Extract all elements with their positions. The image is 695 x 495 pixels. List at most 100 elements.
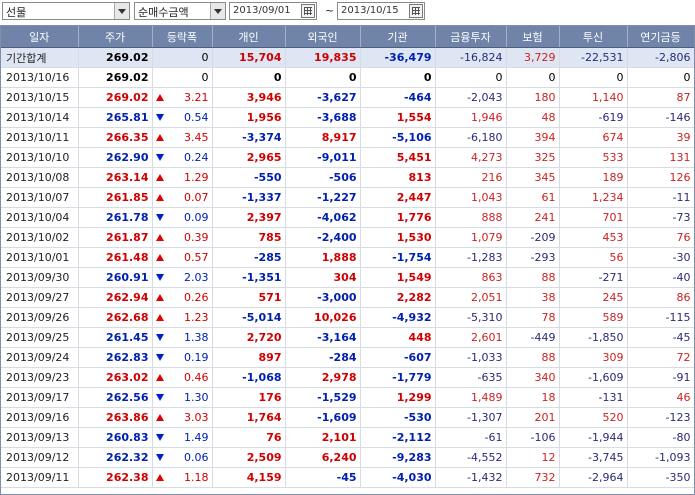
toolbar: 선물 순매수금액 2013/09/01 ~ 2013/10/15 (0, 0, 695, 24)
column-header-individual[interactable]: 개인 (212, 26, 286, 48)
table-row[interactable]: 2013/10/08 263.14 1.29 -550 -506 813 216 345 189… (1, 167, 694, 188)
row-change-value: 0.19 (184, 351, 209, 364)
row-financial-investment: -5,310 (435, 307, 507, 328)
column-header-price[interactable]: 주가 (78, 26, 153, 48)
row-date: 2013/10/01 (1, 247, 79, 268)
row-individual: -550 (212, 167, 286, 188)
table-row[interactable]: 2013/09/13 260.83 1.49 76 2,101 -2,112 -61 -106… (1, 427, 694, 448)
row-financial-investment: -2,043 (435, 87, 507, 108)
row-individual: 897 (212, 347, 286, 368)
start-date-field[interactable]: 2013/09/01 (229, 2, 317, 20)
calendar-icon[interactable] (409, 4, 423, 18)
row-date: 2013/09/12 (1, 447, 79, 468)
column-header-pension[interactable]: 연기금등 (627, 26, 694, 48)
column-header-insurance[interactable]: 보험 (506, 26, 560, 48)
total-financial-investment: -16,824 (435, 47, 507, 68)
row-individual: 2,509 (212, 447, 286, 468)
row-insurance: 88 (506, 347, 560, 368)
chevron-down-icon[interactable] (210, 3, 225, 19)
row-insurance: 88 (506, 267, 560, 288)
triangle-up-icon (155, 234, 164, 241)
row-date: 2013/10/04 (1, 207, 79, 228)
row-change: 1.49 (152, 427, 213, 448)
row-change-value: 0.24 (184, 151, 209, 164)
row-investment-trust: -2,964 (559, 467, 628, 488)
row-investment-trust: -619 (559, 107, 628, 128)
row-pension: -146 (627, 107, 694, 128)
row-change-value: 0.09 (184, 211, 209, 224)
row-foreign: 0 (285, 67, 361, 88)
table-row[interactable]: 2013/10/15 269.02 3.21 3,946 -3,627 -464 -2,04… (1, 87, 694, 108)
triangle-up-icon (155, 134, 164, 141)
table-row[interactable]: 2013/09/17 262.56 1.30 176 -1,529 1,299 1,489 1… (1, 387, 694, 408)
row-financial-investment: -1,307 (435, 407, 507, 428)
table-row[interactable]: 2013/10/10 262.90 0.24 2,965 -9,011 5,451 4,27… (1, 147, 694, 168)
row-price: 262.38 (78, 467, 153, 488)
row-financial-investment: -1,432 (435, 467, 507, 488)
table-row[interactable]: 2013/09/23 263.02 0.46 -1,068 2,978 -1,779 -63… (1, 367, 694, 388)
row-financial-investment: -6,180 (435, 127, 507, 148)
row-institution: 5,451 (360, 147, 436, 168)
table-row[interactable]: 2013/10/16 269.02 0 0 0 0 0 0 0 0 (1, 67, 694, 88)
table-row[interactable]: 2013/09/25 261.45 1.38 2,720 -3,164 448 2,601-… (1, 327, 694, 348)
column-header-institution[interactable]: 기관 (360, 26, 436, 48)
table-row[interactable]: 2013/10/04 261.78 0.09 2,397 -4,062 1,776 888 2… (1, 207, 694, 228)
table-row[interactable]: 2013/09/26 262.68 1.23 -5,014 10,026 -4,932 -5… (1, 307, 694, 328)
row-change-value: 1.38 (184, 331, 209, 344)
column-header-investment-trust[interactable]: 투신 (559, 26, 628, 48)
triangle-down-icon (155, 454, 164, 461)
market-select[interactable]: 선물 (2, 2, 130, 20)
triangle-up-icon (155, 414, 164, 421)
table-row[interactable]: 2013/10/01 261.48 0.57 -285 1,888 -1,754 -1,28… (1, 247, 694, 268)
row-insurance: 732 (506, 467, 560, 488)
row-date: 2013/09/11 (1, 467, 79, 488)
table-row[interactable]: 2013/10/11 266.35 3.45 -3,374 8,917 -5,106 -6,… (1, 127, 694, 148)
triangle-up-icon (155, 474, 164, 481)
total-row[interactable]: 기간합계 269.02 0 15,704 19,835 -36,479 -16,… (1, 47, 694, 68)
column-header-change[interactable]: 등락폭 (152, 26, 213, 48)
column-header-foreign[interactable]: 외국인 (285, 26, 361, 48)
calendar-icon[interactable] (301, 4, 315, 18)
chevron-down-icon[interactable] (114, 3, 129, 19)
triangle-up-icon (155, 254, 164, 261)
row-institution: 1,299 (360, 387, 436, 408)
table-row[interactable]: 2013/09/30 260.91 2.03 -1,351 304 1,549 863 88-… (1, 267, 694, 288)
table-row[interactable]: 2013/10/07 261.85 0.07 -1,337 -1,227 2,447 1,0… (1, 187, 694, 208)
table-row[interactable]: 2013/09/24 262.83 0.19 897 -284 -607 -1,033 88 3… (1, 347, 694, 368)
row-date: 2013/10/07 (1, 187, 79, 208)
table-row[interactable]: 2013/10/14 265.81 0.54 1,956 -3,688 1,554 1,94… (1, 107, 694, 128)
table-row[interactable]: 2013/09/11 262.38 1.18 4,159 -45 -4,030 -1,432… (1, 467, 694, 488)
table-row[interactable]: 2013/09/16 263.86 3.03 1,764 -1,609 -530 -1,30… (1, 407, 694, 428)
total-institution: -36,479 (360, 47, 436, 68)
row-institution: -4,030 (360, 467, 436, 488)
data-table: 일자 주가 등락폭 개인 외국인 기관 금융투자 보험 투신 연기금등 기간합계… (1, 26, 694, 488)
table-row[interactable]: 2013/10/02 261.87 0.39 785 -2,400 1,530 1,079-… (1, 227, 694, 248)
row-investment-trust: -271 (559, 267, 628, 288)
row-investment-trust: 453 (559, 227, 628, 248)
row-price: 266.35 (78, 127, 153, 148)
column-header-financial-investment[interactable]: 금융투자 (435, 26, 507, 48)
measure-select[interactable]: 순매수금액 (134, 2, 226, 20)
row-investment-trust: 589 (559, 307, 628, 328)
row-foreign: 6,240 (285, 447, 361, 468)
row-price: 263.86 (78, 407, 153, 428)
row-pension: 72 (627, 347, 694, 368)
row-date: 2013/10/16 (1, 67, 79, 88)
column-header-date[interactable]: 일자 (1, 26, 79, 48)
row-change: 0 (152, 67, 213, 88)
row-pension: -115 (627, 307, 694, 328)
end-date-field[interactable]: 2013/10/15 (337, 2, 425, 20)
row-financial-investment: 1,043 (435, 187, 507, 208)
row-institution: 0 (360, 67, 436, 88)
row-investment-trust: -131 (559, 387, 628, 408)
row-price: 269.02 (78, 87, 153, 108)
table-row[interactable]: 2013/09/12 262.32 0.06 2,509 6,240 -9,283 -4,5… (1, 447, 694, 468)
row-investment-trust: 520 (559, 407, 628, 428)
row-financial-investment: 863 (435, 267, 507, 288)
row-individual: -3,374 (212, 127, 286, 148)
row-institution: 813 (360, 167, 436, 188)
row-investment-trust: 1,140 (559, 87, 628, 108)
row-pension: -91 (627, 367, 694, 388)
row-financial-investment: 1,946 (435, 107, 507, 128)
table-row[interactable]: 2013/09/27 262.94 0.26 571 -3,000 2,282 2,051 3… (1, 287, 694, 308)
